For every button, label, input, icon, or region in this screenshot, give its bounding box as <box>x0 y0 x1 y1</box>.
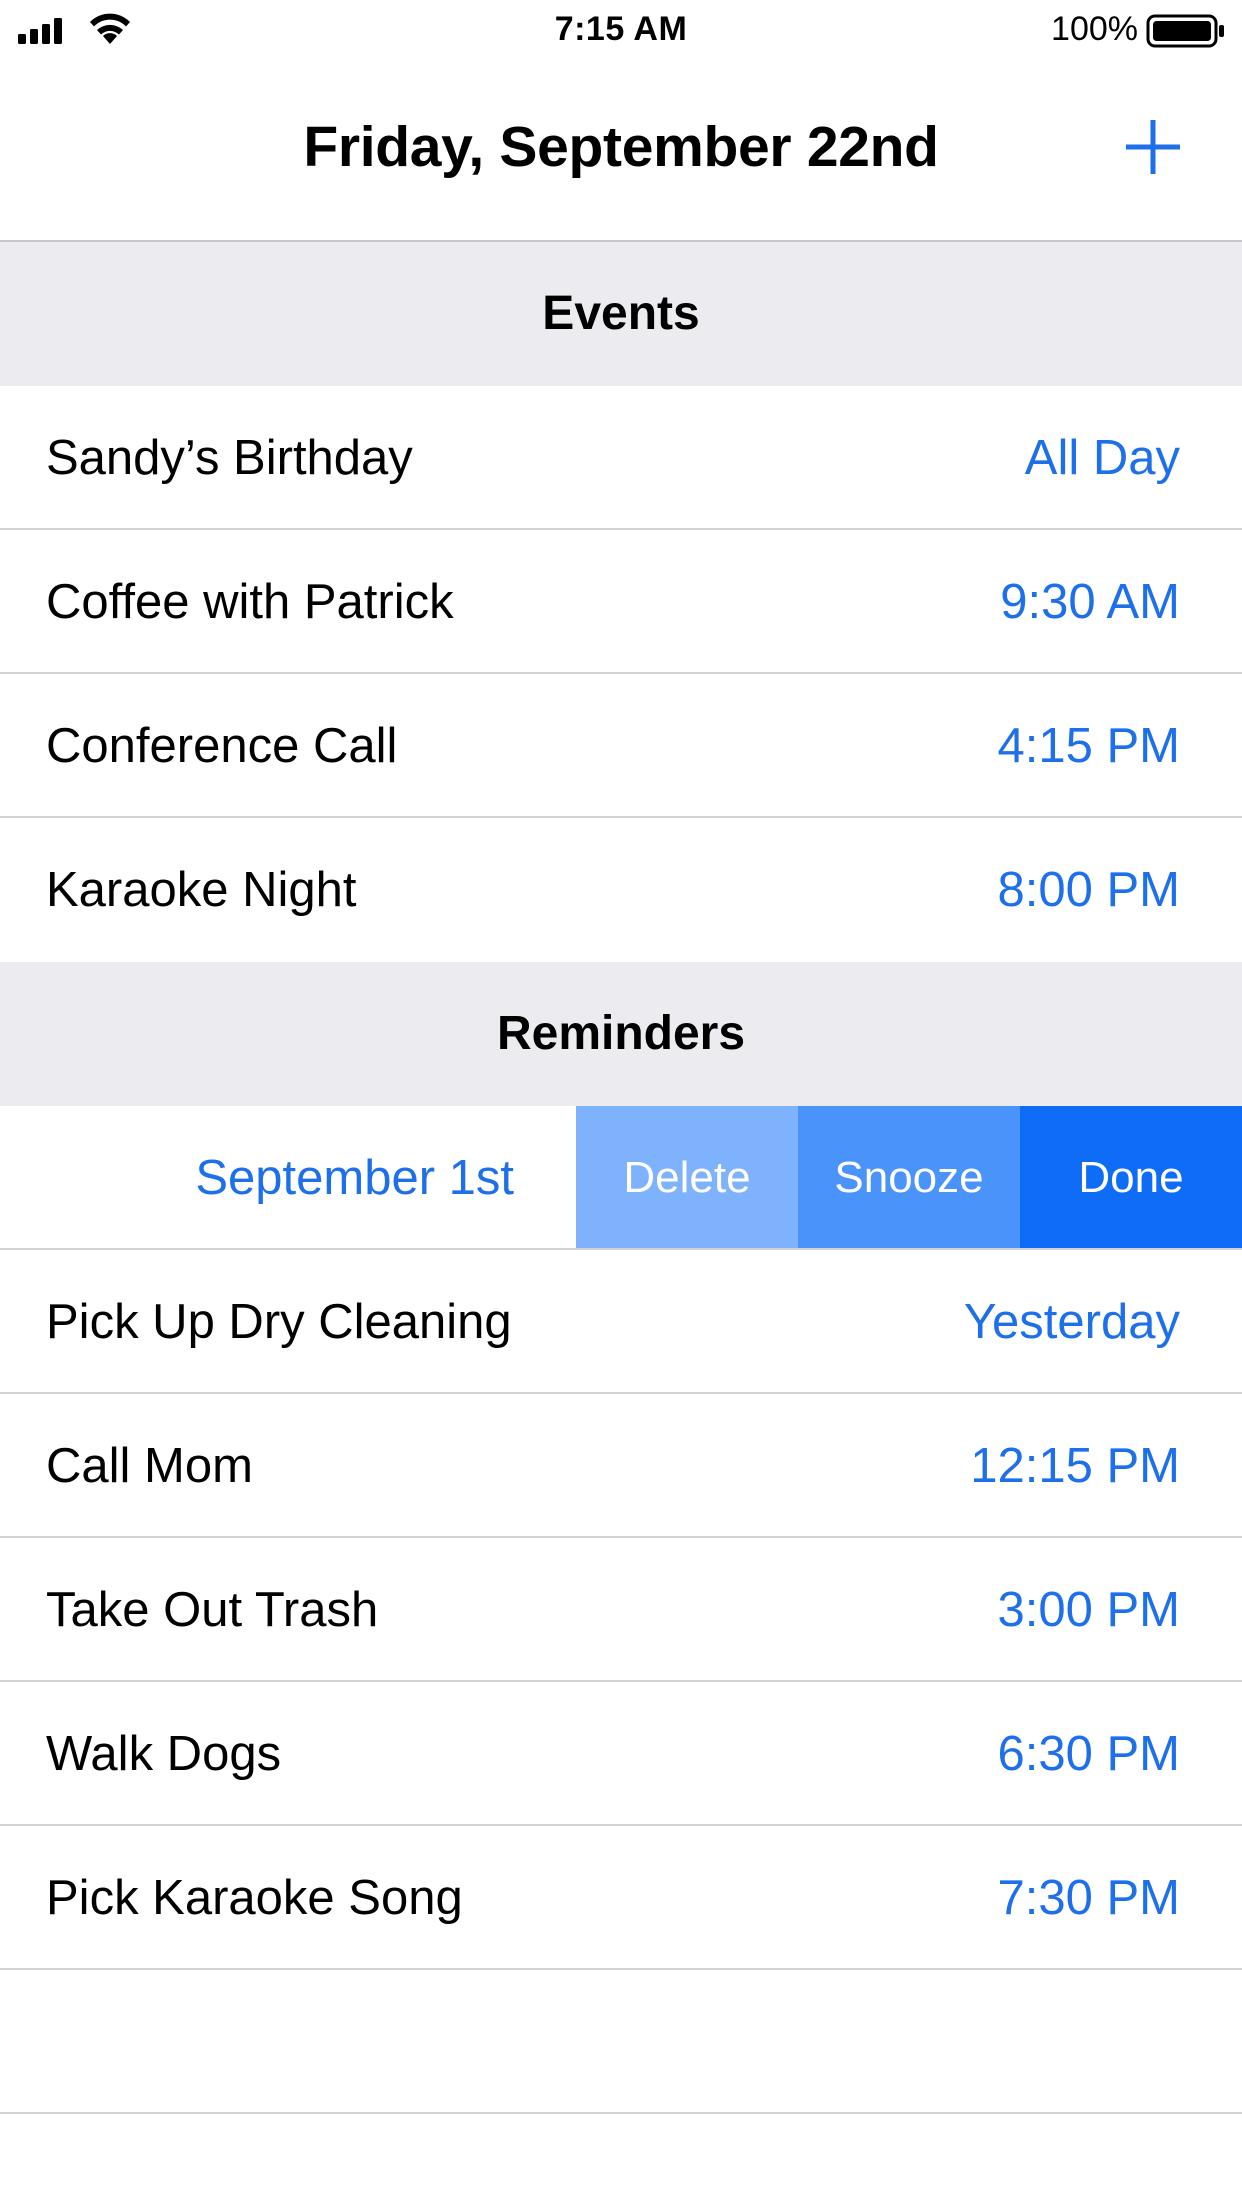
event-time: 9:30 AM <box>1000 575 1180 629</box>
reminder-time: 7:30 PM <box>997 1871 1180 1925</box>
reminder-time: Yesterday <box>963 1295 1180 1349</box>
battery-percentage: 100% <box>1051 10 1138 48</box>
reminder-row[interactable]: Pick Karaoke Song 7:30 PM <box>0 1826 1242 1970</box>
reminder-title: Call Mom <box>46 1439 253 1493</box>
event-title: Sandy’s Birthday <box>46 431 413 485</box>
reminders-section-header: Reminders <box>0 962 1242 1106</box>
reminder-row[interactable]: Call Mom 12:15 PM <box>0 1394 1242 1538</box>
page-title: Friday, September 22nd <box>303 115 939 179</box>
reminder-time: September 1st <box>195 1151 514 1205</box>
event-time: 4:15 PM <box>997 719 1180 773</box>
reminder-title: Take Out Trash <box>46 1583 379 1637</box>
reminder-title: Walk Dogs <box>46 1727 282 1781</box>
event-row[interactable]: Karaoke Night 8:00 PM <box>0 818 1242 962</box>
battery-icon <box>1146 14 1224 48</box>
snooze-button[interactable]: Snooze <box>798 1106 1020 1250</box>
event-row[interactable]: Conference Call 4:15 PM <box>0 674 1242 818</box>
event-title: Conference Call <box>46 719 398 773</box>
event-time: All Day <box>1024 431 1180 485</box>
delete-button[interactable]: Delete <box>576 1106 798 1250</box>
reminder-row[interactable]: Take Out Trash 3:00 PM <box>0 1538 1242 1682</box>
reminder-row[interactable]: Walk Dogs 6:30 PM <box>0 1682 1242 1826</box>
events-section-header: Events <box>0 242 1242 386</box>
reminder-row[interactable]: Pick Up Dry Cleaning Yesterday <box>0 1250 1242 1394</box>
event-time: 8:00 PM <box>997 863 1180 917</box>
reminder-title: Pick Up Dry Cleaning <box>46 1295 512 1349</box>
navigation-bar: Friday, September 22nd <box>0 62 1242 242</box>
event-row[interactable]: Sandy’s Birthday All Day <box>0 386 1242 530</box>
swiped-reminder-row[interactable]: September 1st Delete Snooze Done <box>0 1106 1242 1250</box>
reminder-time: 3:00 PM <box>997 1583 1180 1637</box>
plus-icon[interactable] <box>1122 116 1184 178</box>
reminder-time: 12:15 PM <box>970 1439 1180 1493</box>
event-row[interactable]: Coffee with Patrick 9:30 AM <box>0 530 1242 674</box>
reminder-title: Pick Karaoke Song <box>46 1871 463 1925</box>
event-title: Coffee with Patrick <box>46 575 454 629</box>
event-title: Karaoke Night <box>46 863 357 917</box>
swipe-actions: Delete Snooze Done <box>576 1106 1242 1250</box>
done-button[interactable]: Done <box>1020 1106 1242 1250</box>
empty-row <box>0 1970 1242 2114</box>
status-bar: 7:15 AM 100% <box>0 0 1242 62</box>
reminder-time: 6:30 PM <box>997 1727 1180 1781</box>
